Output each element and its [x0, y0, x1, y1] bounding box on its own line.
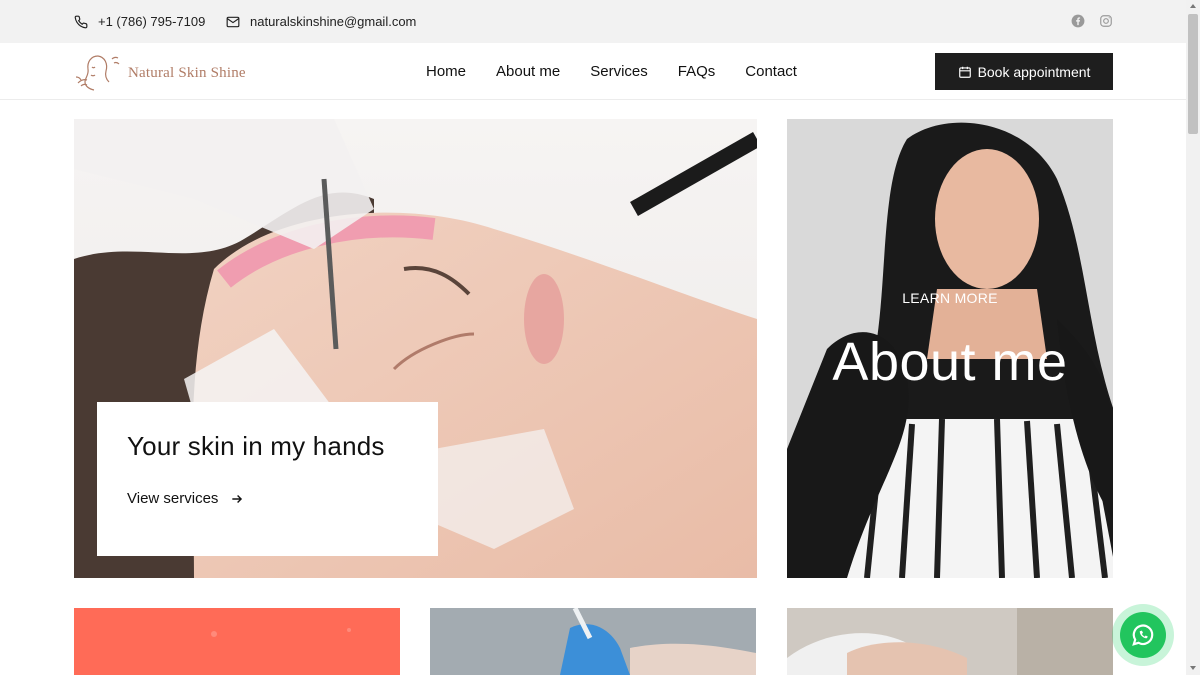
scroll-down-icon[interactable] [1189, 664, 1197, 672]
about-title: About me [832, 332, 1068, 392]
email-contact[interactable]: naturalskinshine@gmail.com [226, 0, 416, 43]
nav-home[interactable]: Home [426, 63, 466, 80]
service-card-1[interactable] [74, 608, 400, 675]
page-scrollbar[interactable] [1186, 0, 1200, 675]
email-address: naturalskinshine@gmail.com [250, 14, 417, 29]
service-card-3-image [787, 608, 1113, 675]
scrollbar-thumb[interactable] [1188, 14, 1198, 134]
whatsapp-button[interactable] [1120, 612, 1166, 658]
nav-services[interactable]: Services [590, 63, 648, 80]
calendar-icon [958, 66, 971, 78]
arrow-right-icon [232, 494, 243, 503]
view-services-label: View services [127, 490, 219, 507]
service-card-2-image [430, 608, 756, 675]
about-learn-more: LEARN MORE [902, 290, 998, 306]
top-bar: +1 (786) 795-7109 naturalskinshine@gmail… [0, 0, 1186, 43]
site-header: Natural Skin Shine Home About me Service… [0, 43, 1186, 100]
book-appointment-label: Book appointment [977, 63, 1091, 80]
book-appointment-button[interactable]: Book appointment [935, 53, 1113, 90]
phone-number: +1 (786) 795-7109 [98, 14, 206, 29]
view-services-link[interactable]: View services [127, 490, 244, 507]
service-card-3[interactable] [787, 608, 1113, 675]
mail-icon [226, 16, 240, 27]
logo-text: Natural Skin Shine [128, 64, 246, 81]
main-nav: Home About me Services FAQs Contact [426, 43, 797, 100]
nav-faqs[interactable]: FAQs [678, 63, 716, 80]
hero-title: Your skin in my hands [127, 431, 385, 461]
instagram-icon[interactable] [1099, 14, 1113, 28]
scroll-up-icon[interactable] [1189, 2, 1197, 10]
service-card-1-image [74, 608, 400, 675]
hero-card: Your skin in my hands View services [97, 402, 438, 556]
about-me-card[interactable]: LEARN MORE About me [787, 119, 1113, 578]
nav-contact[interactable]: Contact [745, 63, 797, 80]
phone-icon [74, 15, 88, 28]
nav-about-me[interactable]: About me [496, 63, 560, 80]
whatsapp-icon [1132, 624, 1154, 646]
service-card-2[interactable] [430, 608, 756, 675]
site-logo[interactable]: Natural Skin Shine [72, 53, 246, 93]
facebook-icon[interactable] [1071, 14, 1085, 28]
logo-face-icon [75, 55, 120, 91]
phone-contact[interactable]: +1 (786) 795-7109 [74, 0, 205, 43]
